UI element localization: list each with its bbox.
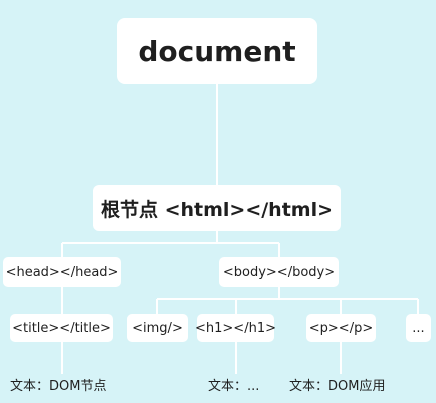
body-node: <body></body> bbox=[219, 257, 339, 287]
text-ellipsis: 文本：... bbox=[208, 379, 260, 394]
document-node: document bbox=[117, 18, 317, 84]
head-label: <head></head> bbox=[5, 264, 119, 280]
html-root-node: 根节点 <html></html> bbox=[93, 185, 341, 231]
p-label: <p></p> bbox=[308, 320, 374, 336]
head-node: <head></head> bbox=[3, 257, 121, 287]
p-node: <p></p> bbox=[306, 314, 376, 342]
text-dom-application: 文本：DOM应用 bbox=[289, 379, 386, 394]
img-node: <img/> bbox=[127, 314, 188, 342]
title-node: <title></title> bbox=[10, 314, 113, 342]
text-dom-node: 文本：DOM节点 bbox=[10, 379, 107, 394]
body-label: <body></body> bbox=[222, 264, 336, 280]
more-node: ... bbox=[406, 314, 431, 342]
dom-tree-diagram: document 根节点 <html></html> <head></head>… bbox=[0, 0, 436, 403]
h1-node: <h1></h1> bbox=[195, 314, 276, 342]
h1-label: <h1></h1> bbox=[195, 320, 276, 336]
img-label: <img/> bbox=[132, 320, 183, 336]
title-label: <title></title> bbox=[12, 320, 111, 336]
more-label: ... bbox=[412, 320, 425, 336]
document-label: document bbox=[138, 34, 296, 68]
html-root-label: 根节点 <html></html> bbox=[100, 198, 334, 221]
